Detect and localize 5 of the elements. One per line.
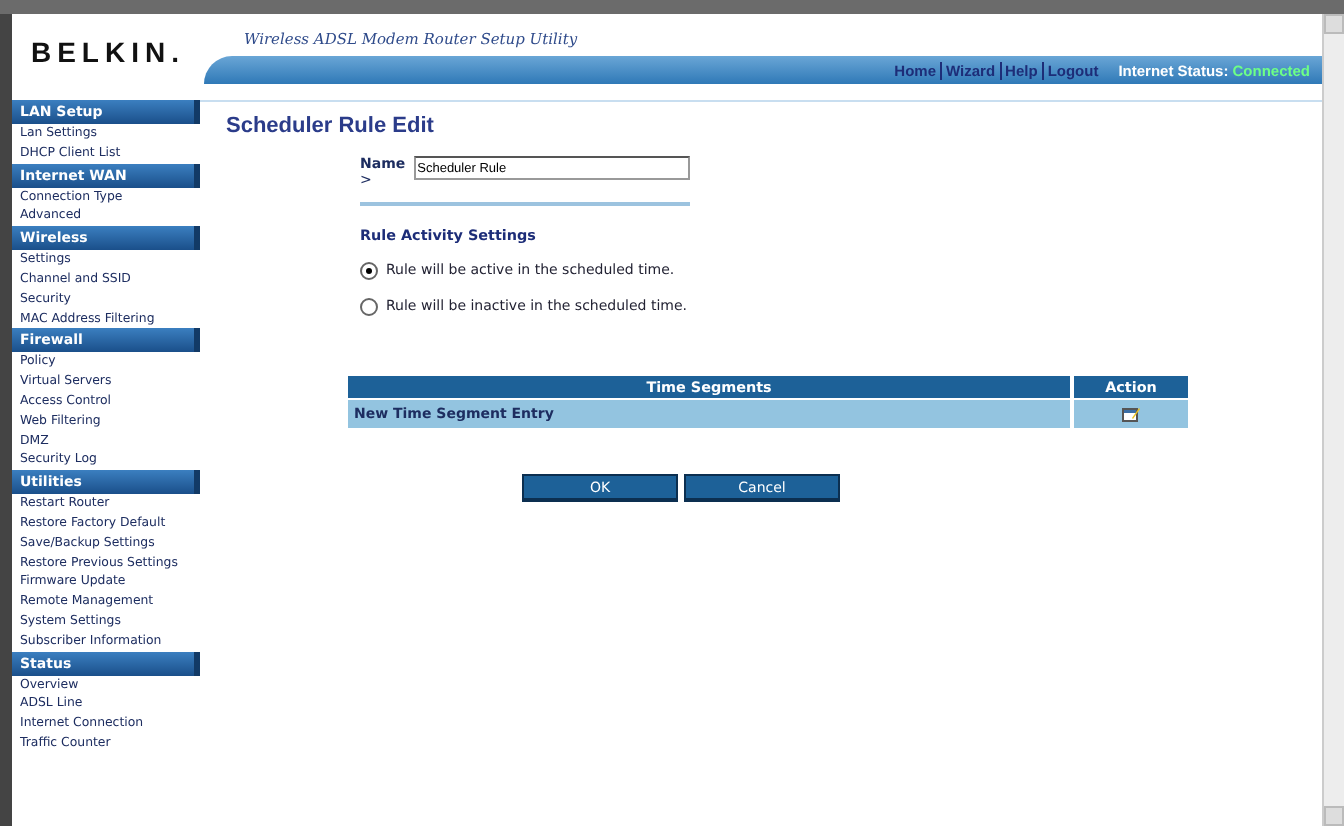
radio-button[interactable]	[360, 298, 378, 316]
edit-icon[interactable]	[1122, 406, 1140, 422]
radio-button[interactable]	[360, 262, 378, 280]
page-title: Scheduler Rule Edit	[226, 114, 436, 138]
logo: BELKIN.	[28, 33, 187, 71]
